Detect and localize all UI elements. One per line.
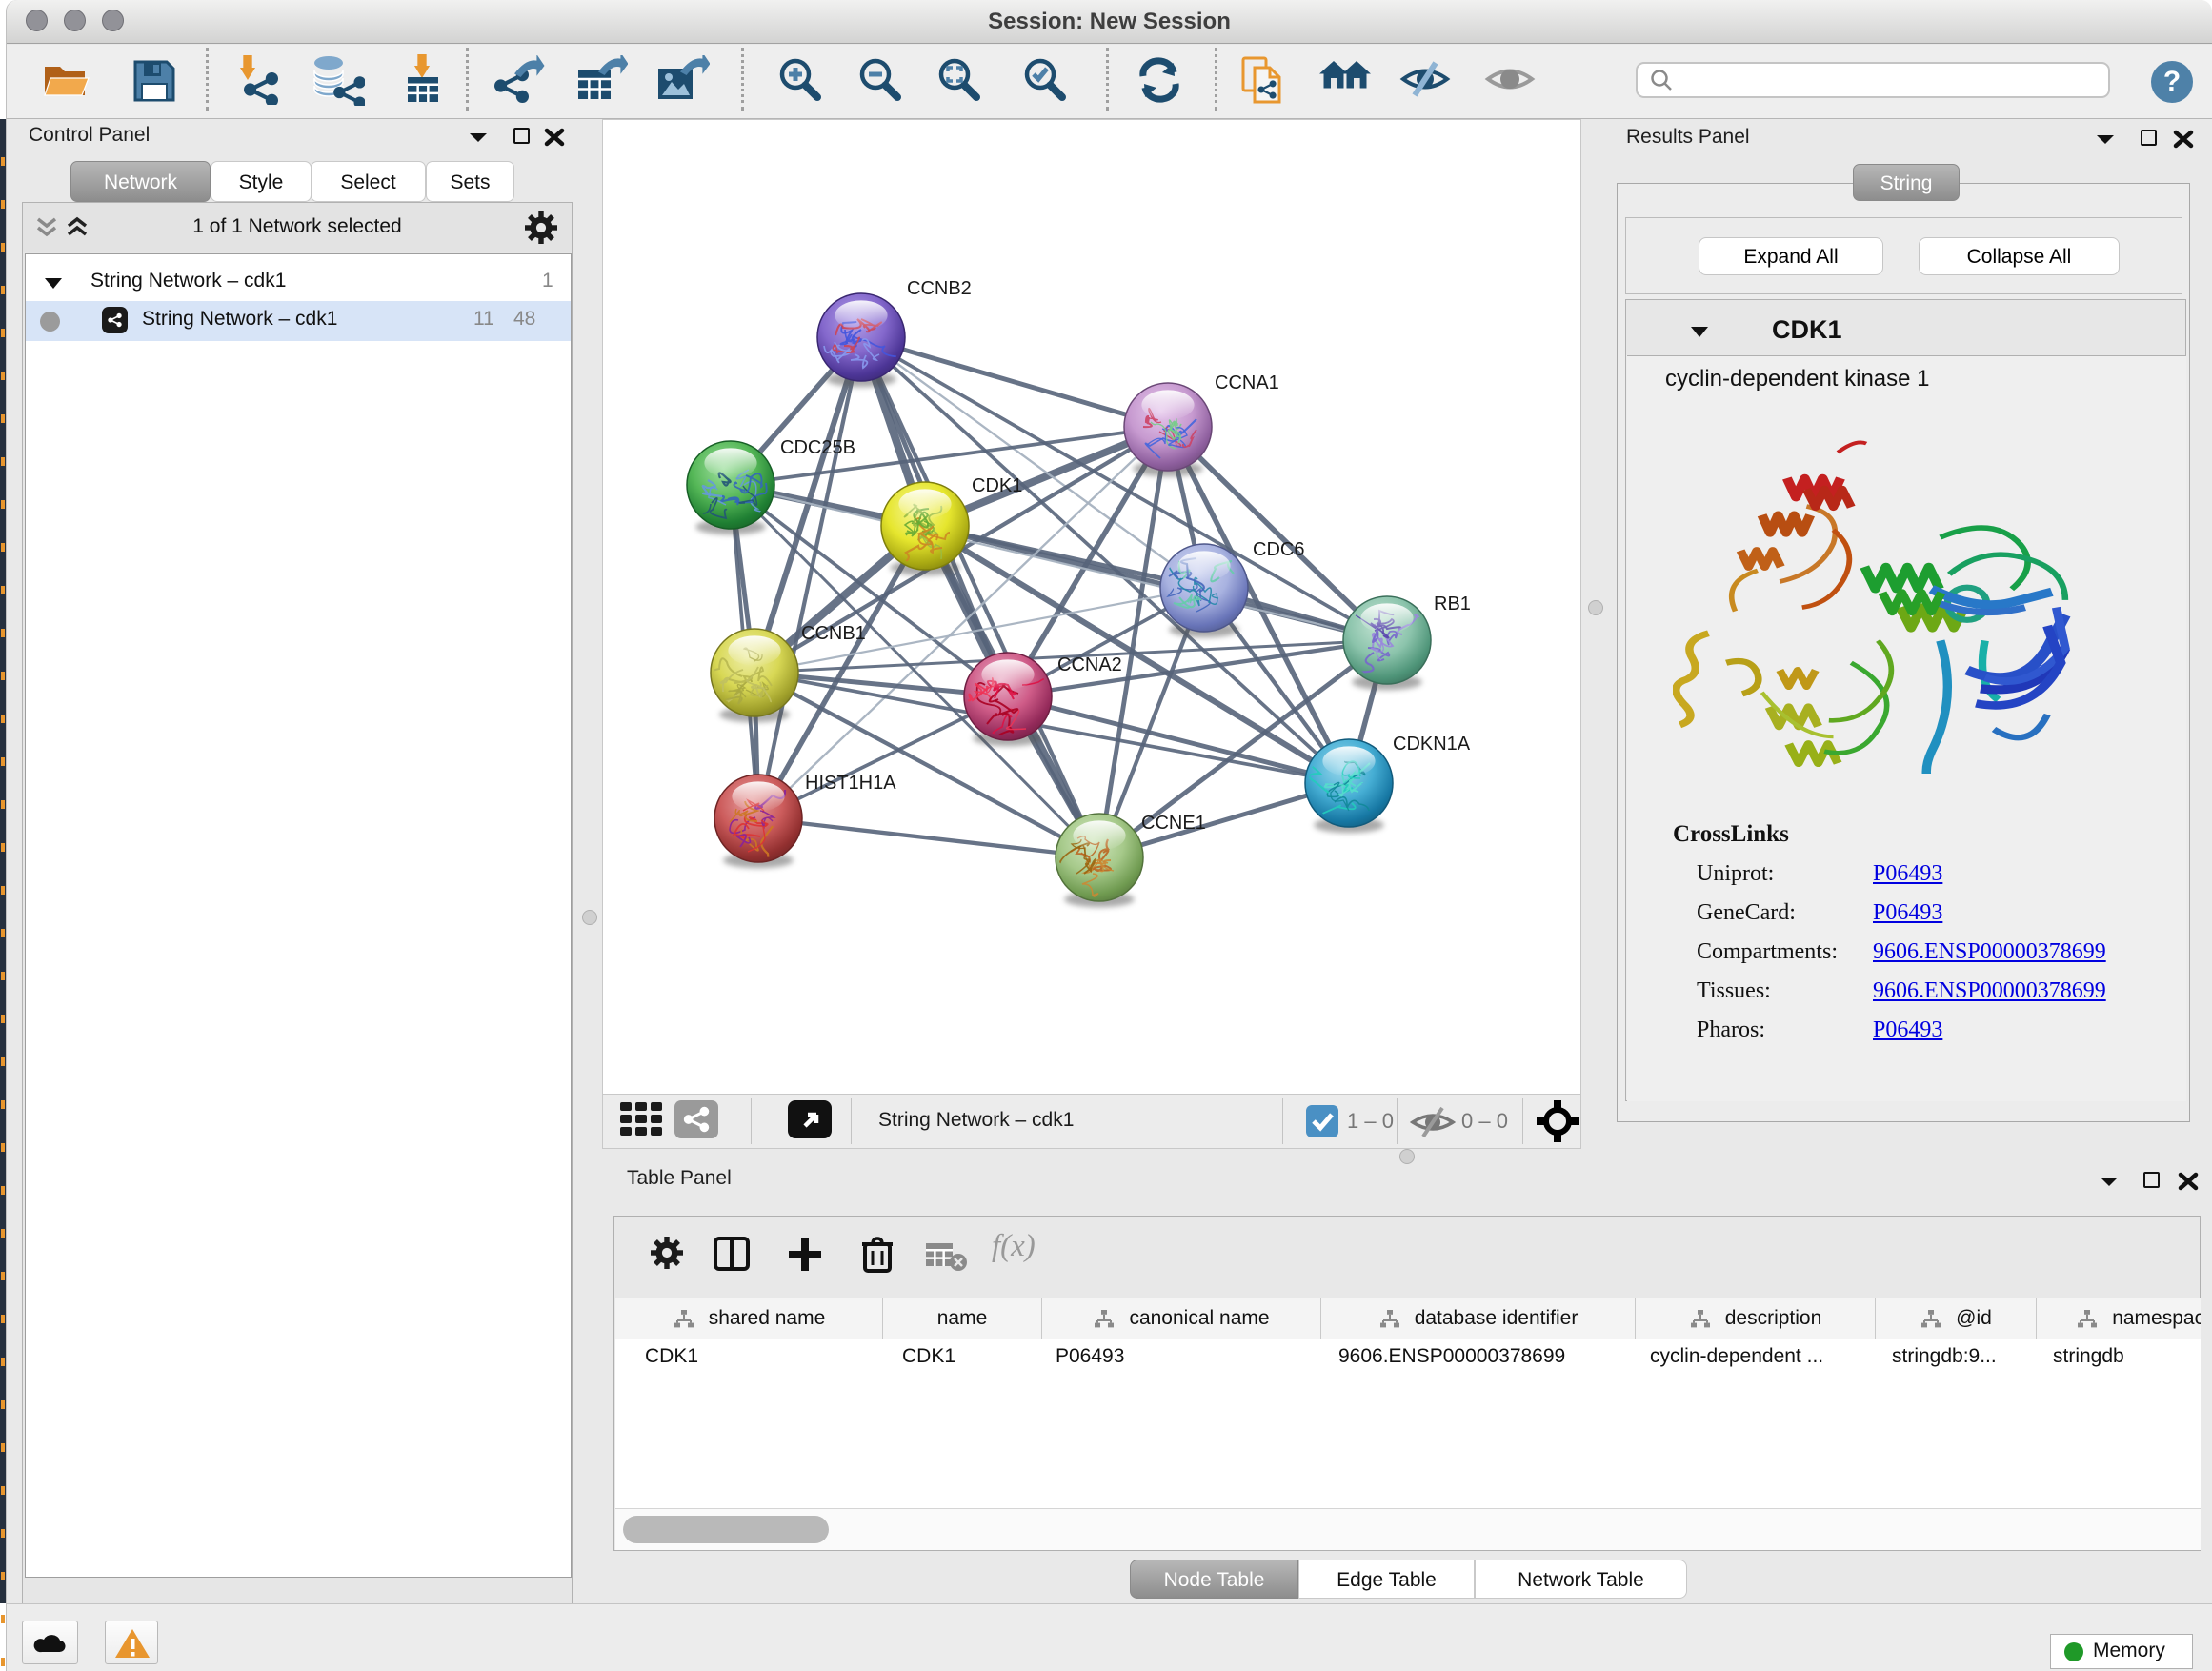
svg-text:CDKN1A: CDKN1A	[1393, 734, 1471, 755]
svg-text:CCNA2: CCNA2	[1057, 654, 1122, 675]
svg-text:CDK1: CDK1	[972, 475, 1022, 496]
svg-text:HIST1H1A: HIST1H1A	[805, 773, 896, 794]
svg-text:CCNE1: CCNE1	[1141, 813, 1206, 834]
svg-text:CDC6: CDC6	[1253, 539, 1304, 560]
svg-text:CCNB1: CCNB1	[801, 623, 866, 644]
svg-text:RB1: RB1	[1434, 594, 1471, 614]
svg-text:CCNB2: CCNB2	[907, 278, 972, 299]
svg-text:CCNA1: CCNA1	[1215, 372, 1279, 393]
svg-text:CDC25B: CDC25B	[780, 437, 855, 458]
